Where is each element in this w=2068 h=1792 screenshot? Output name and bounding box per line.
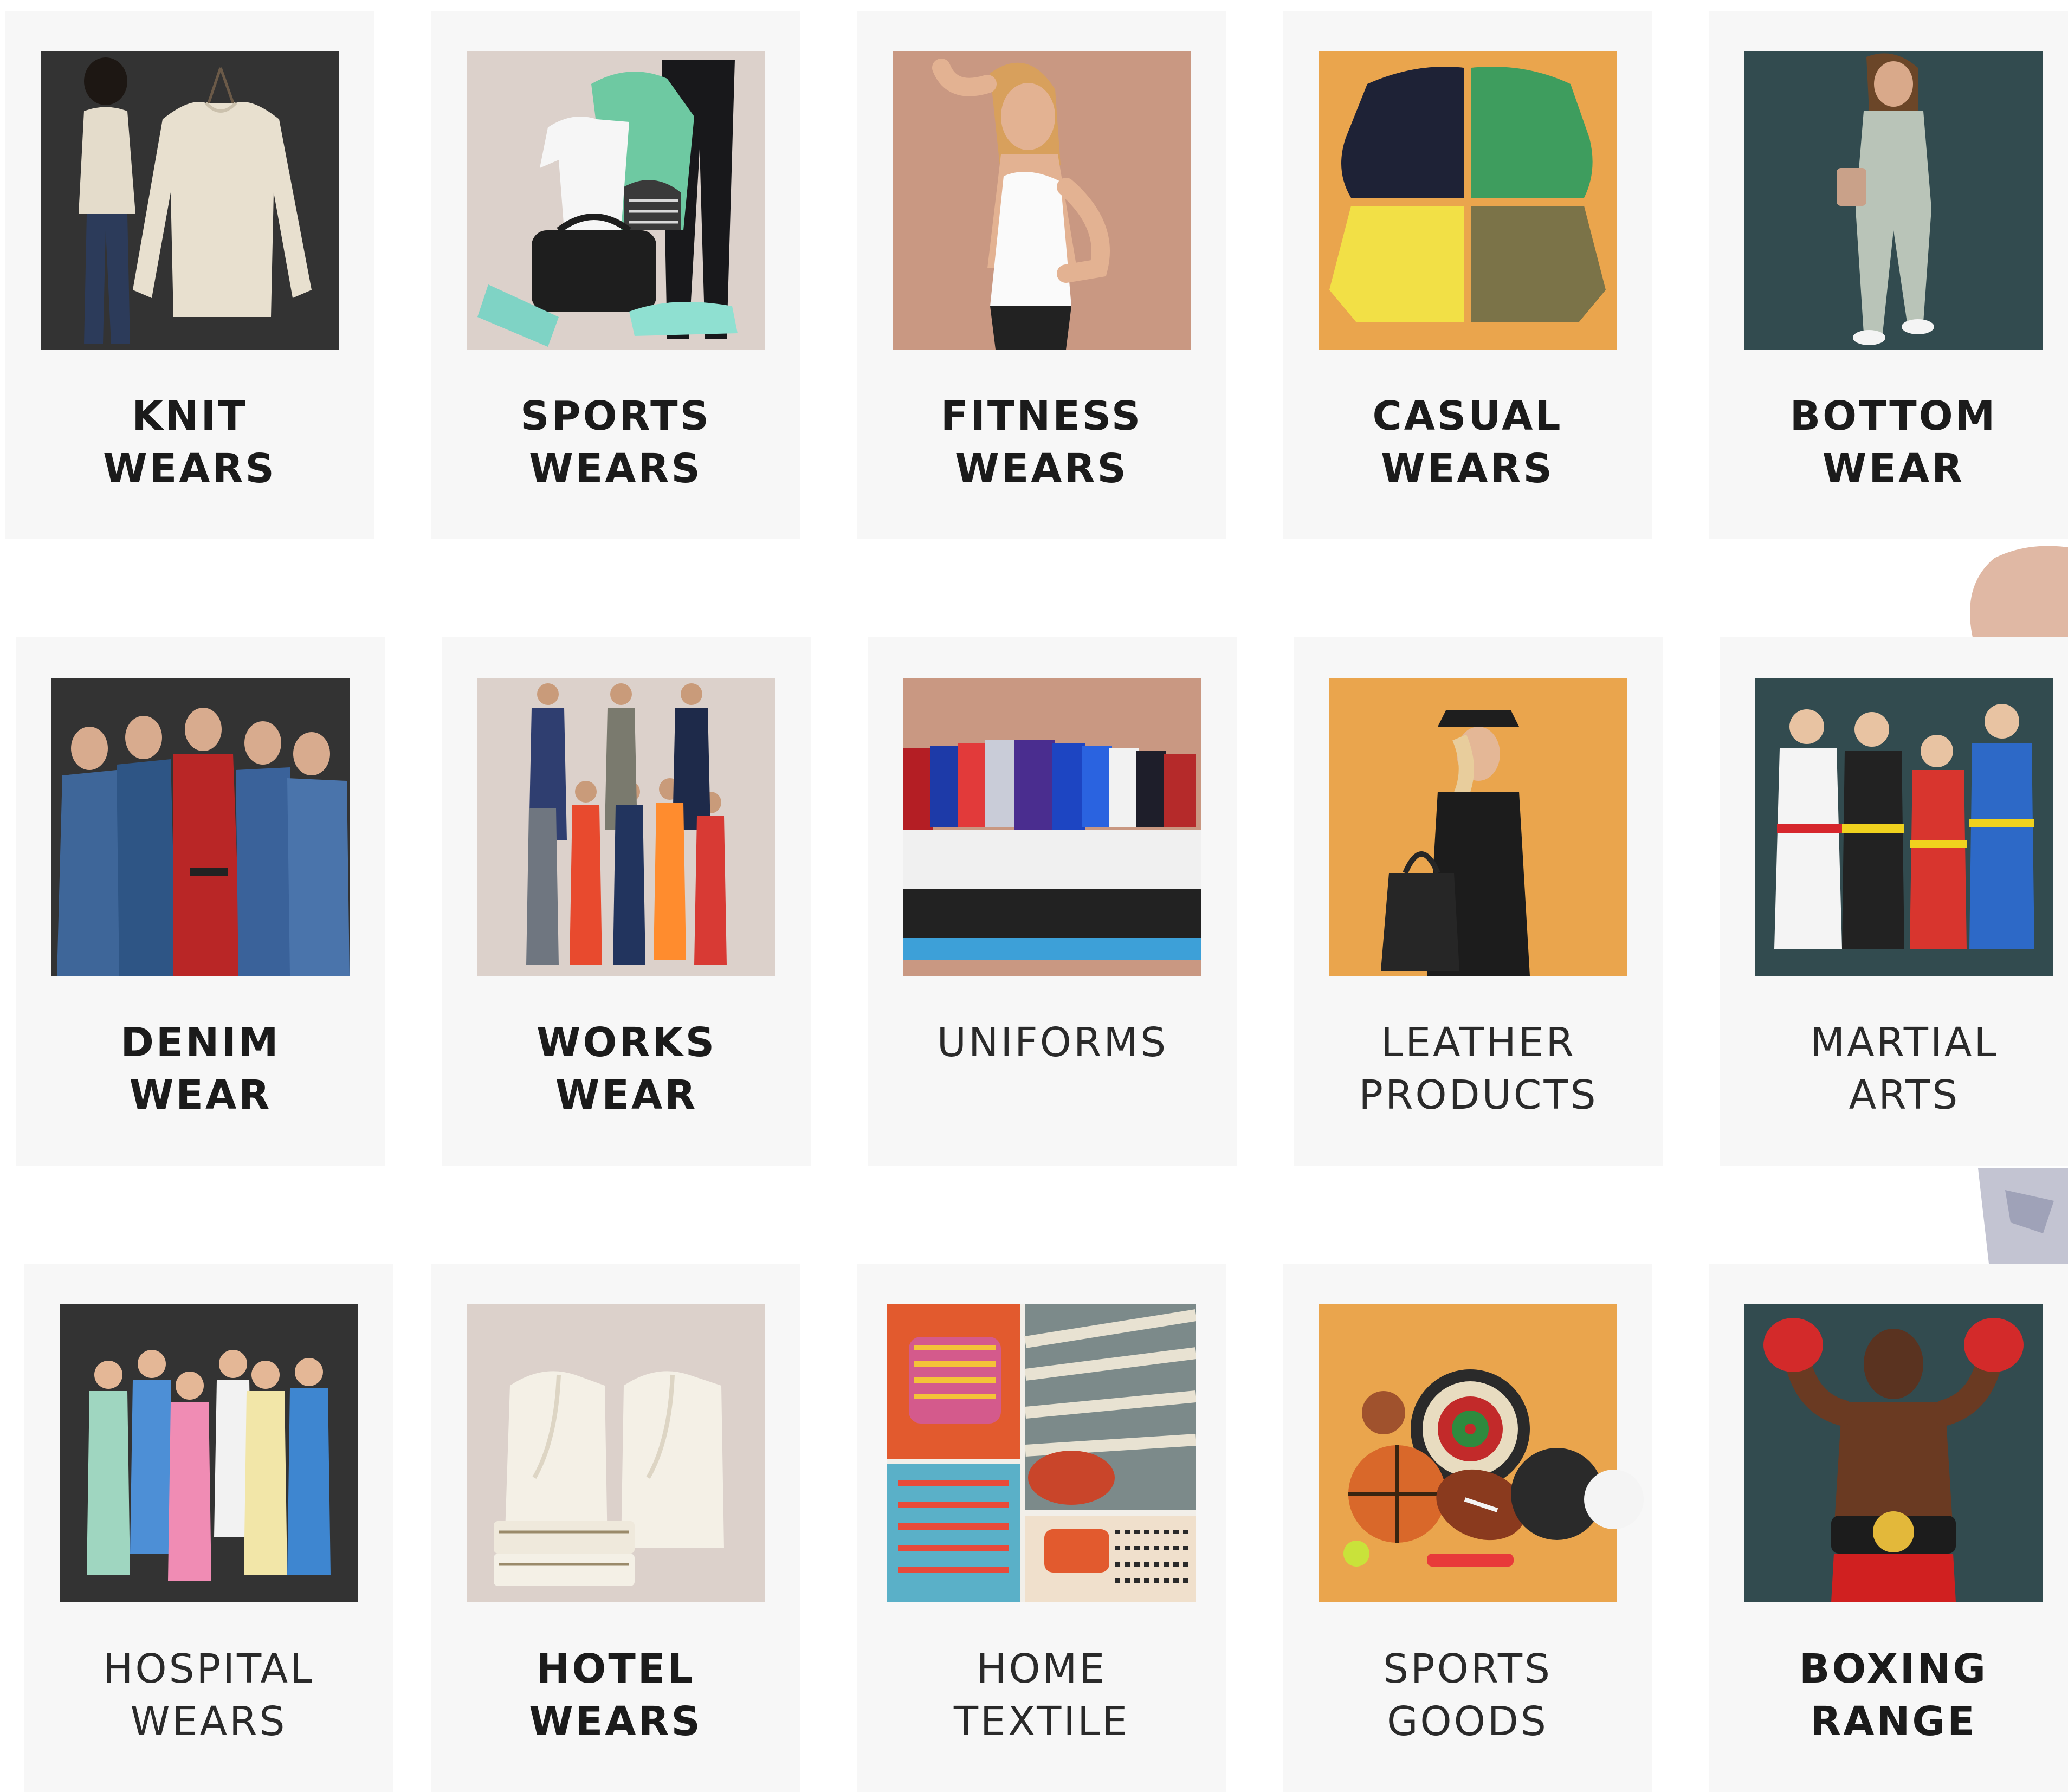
category-label: UNIFORMS	[936, 1019, 1168, 1066]
category-label: KNIT WEARS	[103, 393, 276, 492]
fitness-wears-image[interactable]	[893, 51, 1191, 350]
category-label: SPORTS WEARS	[520, 393, 711, 492]
martial-arts-image[interactable]	[1755, 678, 2053, 976]
workers-icon	[477, 678, 775, 976]
works-wear-image[interactable]	[477, 678, 775, 976]
sweatshirt-icon	[1319, 51, 1617, 350]
sports-goods-image[interactable]	[1319, 1304, 1652, 1602]
category-card-fitness-wears[interactable]: FITNESS WEARS	[857, 11, 1226, 539]
category-label: HOTEL WEARS	[529, 1646, 702, 1745]
category-card-uniforms[interactable]: UNIFORMS	[868, 637, 1237, 1166]
category-card-denim-wear[interactable]: DENIM WEAR	[16, 637, 385, 1166]
category-card-hotel-wears[interactable]: HOTEL WEARS	[431, 1264, 800, 1792]
category-label: WORKS WEAR	[536, 1019, 717, 1118]
fitness-person-icon	[893, 51, 1191, 350]
category-grid: KNIT WEARS SPORTS WEARS FITNESS WEARS CA…	[0, 0, 2068, 1792]
bottom-wear-image[interactable]	[1744, 51, 2043, 350]
category-label: SPORTS GOODS	[1382, 1646, 1553, 1745]
sportswear-icon	[467, 51, 765, 350]
uniforms-image[interactable]	[903, 678, 1201, 976]
boxer-icon	[1744, 1304, 2043, 1602]
textile-collage-icon	[887, 1304, 1196, 1602]
category-label: HOME TEXTILE	[953, 1646, 1130, 1745]
category-card-casual-wears[interactable]: CASUAL WEARS	[1283, 11, 1652, 539]
category-label: MARTIAL ARTS	[1810, 1019, 1999, 1118]
category-card-sports-wears[interactable]: SPORTS WEARS	[431, 11, 800, 539]
category-label: CASUAL WEARS	[1372, 393, 1563, 492]
bathrobe-icon	[467, 1304, 765, 1602]
denim-group-icon	[51, 678, 350, 976]
category-label: BOXING RANGE	[1799, 1646, 1988, 1745]
category-label: HOSPITAL WEARS	[102, 1646, 315, 1745]
hotel-wears-image[interactable]	[467, 1304, 765, 1602]
category-card-works-wear[interactable]: WORKS WEAR	[442, 637, 811, 1166]
cropped-image-fragment	[1962, 542, 2068, 637]
category-card-martial-arts[interactable]: MARTIAL ARTS	[1720, 637, 2068, 1166]
knit-wears-image[interactable]	[41, 51, 339, 350]
category-card-home-textile[interactable]: HOME TEXTILE	[857, 1264, 1226, 1792]
sports-wears-image[interactable]	[467, 51, 765, 350]
category-label: DENIM WEAR	[120, 1019, 281, 1118]
category-card-leather-products[interactable]: LEATHER PRODUCTS	[1294, 637, 1663, 1166]
cropped-image-fragment	[1973, 1168, 2068, 1264]
leather-jacket-person-icon	[1329, 678, 1627, 976]
category-label: FITNESS WEARS	[940, 393, 1143, 492]
medical-staff-icon	[60, 1304, 358, 1602]
category-card-sports-goods[interactable]: SPORTS GOODS	[1283, 1264, 1652, 1792]
suit-person-icon	[1744, 51, 2043, 350]
leather-products-image[interactable]	[1329, 678, 1627, 976]
casual-wears-image[interactable]	[1319, 51, 1617, 350]
category-label: BOTTOM WEAR	[1789, 393, 1998, 492]
martial-arts-kids-icon	[1755, 678, 2053, 976]
category-card-boxing-range[interactable]: BOXING RANGE	[1709, 1264, 2068, 1792]
sports-balls-icon	[1319, 1304, 1644, 1602]
category-card-knit-wears[interactable]: KNIT WEARS	[5, 11, 374, 539]
jerseys-icon	[903, 678, 1201, 976]
category-card-bottom-wear[interactable]: BOTTOM WEAR	[1709, 11, 2068, 539]
category-card-hospital-wears[interactable]: HOSPITAL WEARS	[24, 1264, 393, 1792]
sweater-icon	[41, 51, 339, 350]
denim-wear-image[interactable]	[51, 678, 350, 976]
home-textile-image[interactable]	[887, 1304, 1196, 1602]
hospital-wears-image[interactable]	[60, 1304, 358, 1602]
boxing-range-image[interactable]	[1744, 1304, 2043, 1602]
category-label: LEATHER PRODUCTS	[1359, 1019, 1598, 1118]
